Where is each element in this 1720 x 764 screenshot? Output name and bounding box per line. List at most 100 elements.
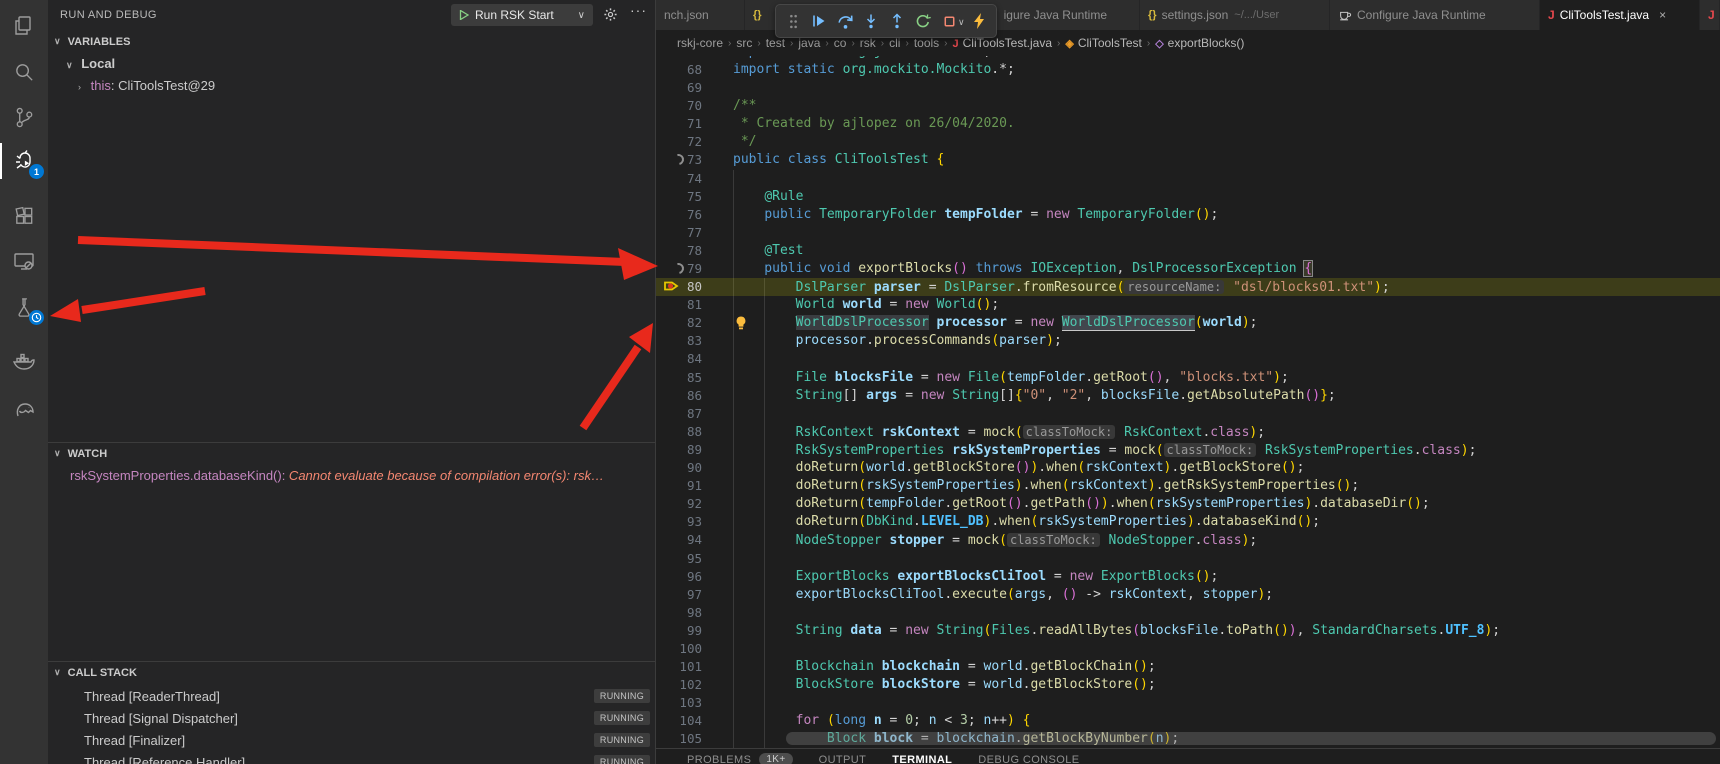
code-line-89[interactable]: 89 RskSystemProperties rskSystemProperti… [656,441,1720,459]
code-line-72[interactable]: 72 */ [656,133,1720,151]
docker-whale-icon[interactable] [0,341,48,381]
code-line-text: public TemporaryFolder tempFolder = new … [733,206,1218,224]
code-line-104[interactable]: 104 for (long n = 0; n < 3; n++) { [656,712,1720,730]
panel-tab-problems[interactable]: PROBLEMS [687,754,751,764]
run-configuration-button[interactable]: Run RSK Start ∨ [451,4,593,26]
call-stack-thread-row[interactable]: Thread [ReaderThread] RUNNING [48,686,655,708]
breadcrumb-item[interactable]: rskj-core [677,36,723,50]
code-line-100[interactable]: 100 [656,640,1720,658]
code-line-80[interactable]: 80 DslParser parser = DslParser.fromReso… [656,278,1720,296]
code-line-77[interactable]: 77 [656,224,1720,242]
code-line-83[interactable]: 83 processor.processCommands(parser); [656,332,1720,350]
code-line-84[interactable]: 84 [656,350,1720,368]
breadcrumb-item[interactable]: cli [889,36,900,50]
code-line-82[interactable]: 82 WorldDslProcessor processor = new Wor… [656,314,1720,332]
code-line-98[interactable]: 98 [656,604,1720,622]
code-line-87[interactable]: 87 [656,405,1720,423]
call-stack-thread-row[interactable]: Thread [Reference Handler] RUNNING [48,752,655,764]
tab-settings-json[interactable]: {}settings.json~/.../User [1140,0,1330,30]
step-over-button[interactable] [832,7,858,35]
variables-section-header[interactable]: ∨ VARIABLES [48,36,655,54]
code-line-text: @Rule [733,188,803,206]
panel-tab-terminal[interactable]: TERMINAL [892,754,952,764]
code-line-69[interactable]: 69 [656,79,1720,97]
code-line-96[interactable]: 96 ExportBlocks exportBlocksCliTool = ne… [656,568,1720,586]
code-line-94[interactable]: 94 NodeStopper stopper = mock(classToMoc… [656,531,1720,549]
chevron-down-icon[interactable]: ∨ [578,10,585,21]
breadcrumb-item[interactable]: JCliToolsTest.java [953,36,1053,50]
code-line-95[interactable]: 95 [656,550,1720,568]
test-pending-icon[interactable] [673,262,693,277]
code-line-78[interactable]: 78 @Test [656,242,1720,260]
tab-j[interactable]: J [1700,0,1720,30]
panel-tab-output[interactable]: OUTPUT [819,754,867,764]
code-line-93[interactable]: 93 doReturn(DbKind.LEVEL_DB).when(rskSys… [656,513,1720,531]
run-and-debug-icon[interactable]: 1 [0,141,48,181]
breadcrumb-item[interactable]: co [834,36,847,50]
code-line-86[interactable]: 86 String[] args = new String[]{"0", "2"… [656,387,1720,405]
breadcrumb-item[interactable]: tools [914,36,939,50]
gradle-elephant-icon[interactable] [0,389,48,429]
testing-flask-icon[interactable] [0,287,48,327]
code-line-79[interactable]: 79 public void exportBlocks() throws IOE… [656,260,1720,278]
code-line-73[interactable]: 73public class CliToolsTest { [656,151,1720,169]
tab-label: Configure Java Runtime [1357,8,1486,22]
thread-name: Thread [Reference Handler] [84,755,245,764]
code-line-102[interactable]: 102 BlockStore blockStore = world.getBlo… [656,676,1720,694]
code-line-81[interactable]: 81 World world = new World(); [656,296,1720,314]
breadcrumb-item[interactable]: test [766,36,785,50]
close-icon[interactable]: × [1659,8,1666,22]
variables-scope-local[interactable]: ∨ Local [48,56,655,76]
code-line-76[interactable]: 76 public TemporaryFolder tempFolder = n… [656,206,1720,224]
hot-code-replace-button[interactable] [966,7,992,35]
search-icon[interactable] [0,52,48,92]
variable-this-row[interactable]: › this: CliToolsTest@29 [48,78,655,98]
step-out-button[interactable] [884,7,910,35]
tab-nch-json[interactable]: nch.json [656,0,745,30]
gear-icon[interactable] [603,7,618,22]
continue-button[interactable] [806,7,832,35]
code-line-99[interactable]: 99 String data = new String(Files.readAl… [656,622,1720,640]
horizontal-scrollbar[interactable] [786,732,1716,745]
code-line-92[interactable]: 92 doReturn(tempFolder.getRoot().getPath… [656,495,1720,513]
watch-section-header[interactable]: ∨ WATCH [48,448,655,466]
code-line-71[interactable]: 71 * Created by ajlopez on 26/04/2020. [656,115,1720,133]
code-line-101[interactable]: 101 Blockchain blockchain = world.getBlo… [656,658,1720,676]
breadcrumb-item[interactable]: ◇exportBlocks() [1155,36,1244,50]
code-line-91[interactable]: 91 doReturn(rskSystemProperties).when(rs… [656,477,1720,495]
explorer-icon[interactable] [0,6,48,46]
panel-tab-debug-console[interactable]: DEBUG CONSOLE [978,754,1079,764]
code-line-97[interactable]: 97 exportBlocksCliTool.execute(args, () … [656,586,1720,604]
watch-expression-row[interactable]: rskSystemProperties.databaseKind(): Cann… [48,468,655,488]
source-control-icon[interactable] [0,97,48,137]
code-line-103[interactable]: 103 [656,694,1720,712]
tab-clitoolstest-java[interactable]: JCliToolsTest.java× [1540,0,1700,30]
line-number: 99 [656,622,702,640]
step-into-button[interactable] [858,7,884,35]
breadcrumb-item[interactable]: java [798,36,820,50]
drag-handle[interactable] [780,7,806,35]
call-stack-thread-row[interactable]: Thread [Signal Dispatcher] RUNNING [48,708,655,730]
code-line-70[interactable]: 70/** [656,97,1720,115]
restart-button[interactable] [910,7,936,35]
extensions-icon[interactable] [0,196,48,236]
call-stack-section-header[interactable]: ∨ CALL STACK [48,667,655,685]
breadcrumb-item[interactable]: rsk [860,36,876,50]
code-line-75[interactable]: 75 @Rule [656,188,1720,206]
code-editor[interactable]: 67import static org.junit.Assert.*;68imp… [656,43,1720,763]
more-actions-icon[interactable]: ··· [630,2,647,18]
debug-current-line-arrow-icon[interactable] [664,279,684,294]
code-line-74[interactable]: 74 [656,170,1720,188]
tab-configure-java-runtime[interactable]: Configure Java Runtime [1330,0,1540,30]
code-line-90[interactable]: 90 doReturn(world.getBlockStore()).when(… [656,459,1720,477]
remote-explorer-icon[interactable] [0,241,48,281]
breadcrumb-item[interactable]: ◈CliToolsTest [1065,36,1142,50]
line-number: 71 [656,115,702,133]
code-line-68[interactable]: 68import static org.mockito.Mockito.*; [656,61,1720,79]
code-line-85[interactable]: 85 File blocksFile = new File(tempFolder… [656,369,1720,387]
breadcrumb-item[interactable]: src [736,36,752,50]
test-pending-icon[interactable] [673,153,693,168]
code-line-88[interactable]: 88 RskContext rskContext = mock(classToM… [656,423,1720,441]
call-stack-header-label: CALL STACK [68,667,137,679]
call-stack-thread-row[interactable]: Thread [Finalizer] RUNNING [48,730,655,752]
